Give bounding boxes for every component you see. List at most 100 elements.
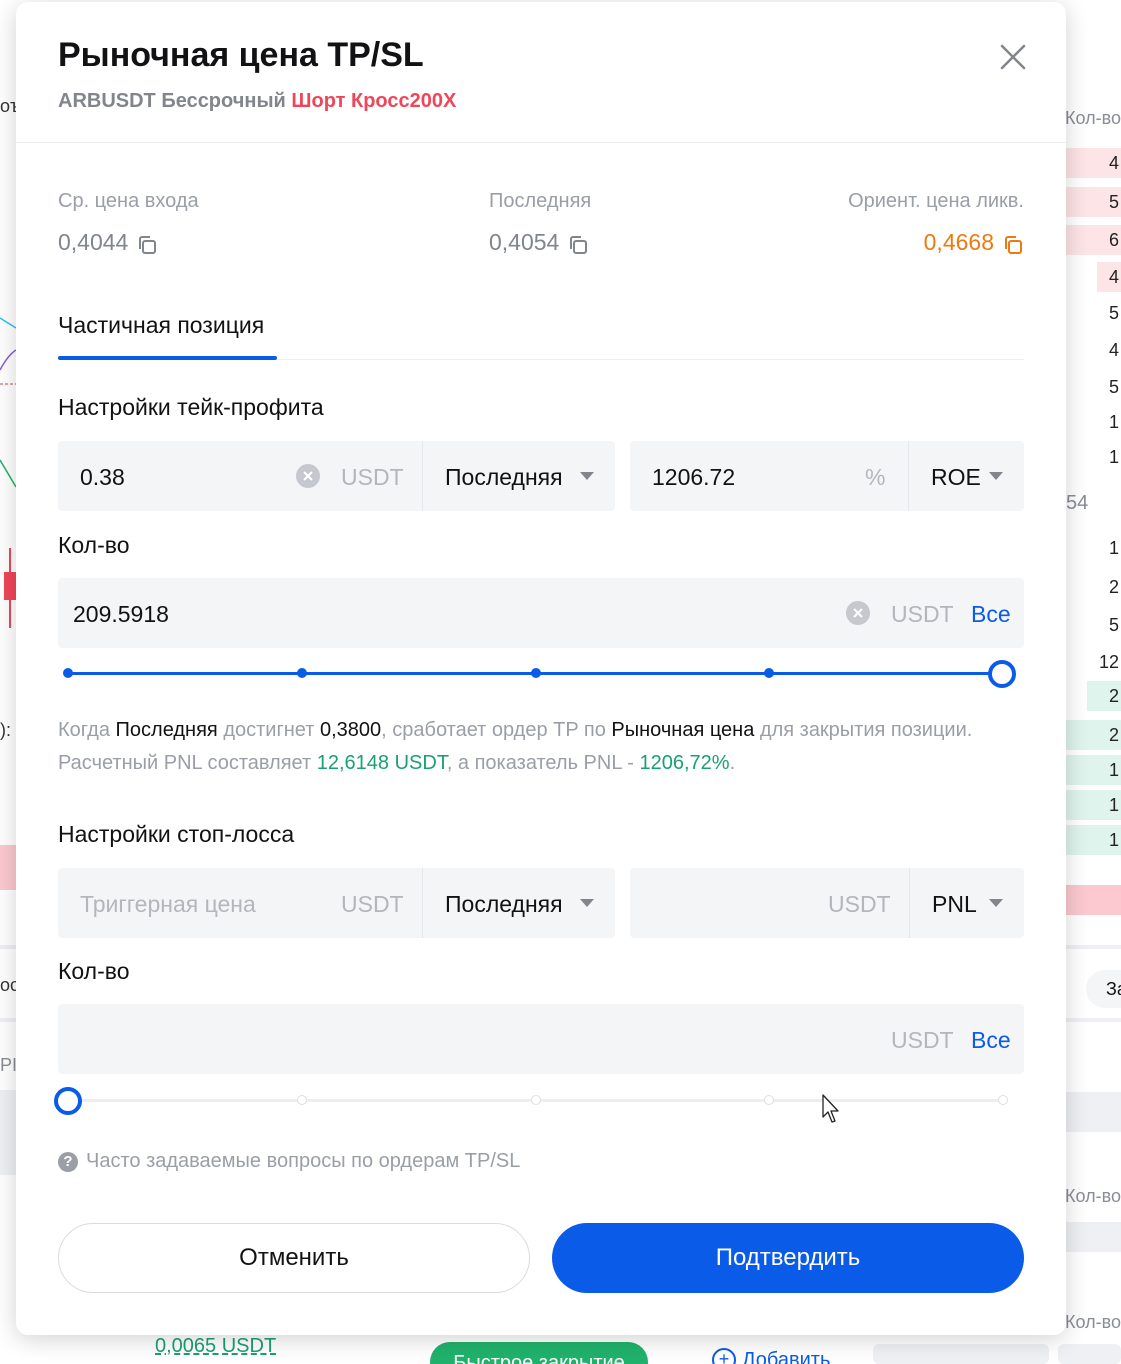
orderbook-ask-bar [1066,885,1121,915]
chevron-down-icon [580,899,594,907]
tp-qty-slider[interactable] [58,659,1024,689]
confirm-button[interactable]: Подтвердить [552,1223,1024,1293]
liq-price-value-row: 0,4668 [848,229,1024,256]
orderbook-qty-header: Кол-во [1065,108,1121,128]
tp-price-group: 0.38 USDT Последняя [58,441,615,511]
modal-title: Рыночная цена TP/SL [58,36,424,74]
chevron-down-icon [580,472,594,480]
tp-price-input[interactable]: 0.38 [80,464,125,491]
faq-label: Часто задаваемые вопросы по ордерам TP/S… [86,1150,521,1172]
faq-link[interactable]: ? Часто задаваемые вопросы по ордерам TP… [58,1150,520,1173]
add-button[interactable]: + Добавить [712,1348,830,1364]
tab-active-indicator [58,356,277,360]
left-text-fragment: PI [0,1055,18,1075]
take-profit-title: Настройки тейк-профита [58,394,324,420]
clear-icon[interactable] [846,601,870,625]
slider-step[interactable] [998,1095,1008,1105]
avg-entry-stat: Ср. цена входа 0,4044 [58,190,199,256]
copy-icon[interactable] [567,234,589,256]
add-label: Добавить [742,1348,831,1364]
note-text: достигнет [217,719,320,741]
orderbook-ask-row: 4 [1066,148,1121,178]
volume-fragment [0,845,16,890]
tp-roe-input[interactable]: 1206.72 [652,464,735,491]
position-stats: Ср. цена входа 0,4044 Последняя 0,4054 О… [58,190,1024,270]
panel-fragment [0,1090,16,1175]
note-pnl-pct: 1206,72% [639,752,730,774]
sl-qty-label: Кол-во [58,958,130,984]
last-price-value: 0,4054 [489,229,560,255]
last-price-stat: Последняя 0,4054 [489,190,591,256]
left-text-fragment: ): [0,720,11,740]
sl-trigger-type-select[interactable]: Последняя [422,868,615,938]
cancel-button[interactable]: Отменить [58,1223,530,1293]
liq-price-stat: Ориент. цена ликв. 0,4668 [848,190,1024,256]
slider-step[interactable] [764,668,774,678]
avg-entry-value: 0,4044 [58,229,129,255]
orderbook-bid-row: 2 [1066,720,1121,750]
tp-trigger-type-label: Последняя [445,464,563,490]
background-tab[interactable]: За [1086,970,1121,1008]
tp-qty-all-button[interactable]: Все [971,601,1011,628]
position-tabs: Частичная позиция [58,310,1024,360]
quick-close-button[interactable]: Быстрое закрытие [430,1342,648,1364]
copy-icon[interactable] [136,234,158,256]
tp-trigger-type-select[interactable]: Последняя [422,441,615,511]
orderbook-bid-row: 12 [1098,651,1119,672]
chart-line-fragment [0,459,16,488]
mouse-cursor-icon [822,1094,839,1123]
note-text: для закрытия позиции. [754,719,973,741]
sl-qty-all-button[interactable]: Все [971,1027,1011,1054]
slider-handle[interactable] [988,660,1016,688]
slider-step[interactable] [297,1095,307,1105]
note-text: Расчетный PNL составляет [58,752,317,774]
sl-qty-slider[interactable] [54,1086,1024,1116]
clear-icon[interactable] [296,464,320,488]
avg-entry-value-row: 0,4044 [58,229,199,256]
sl-pnl-mode-select[interactable]: PNL [909,868,1024,938]
note-text: , а показатель PNL - [446,752,640,774]
slider-step[interactable] [531,1095,541,1105]
chart-fragment: оъ ): ос PI [0,0,21,1364]
orderbook-ask-row: 5 [1108,302,1119,323]
slider-step[interactable] [531,668,541,678]
symbol-label: ARBUSDT Бессрочный [58,90,286,112]
last-price-value-row: 0,4054 [489,229,591,256]
modal-header: Рыночная цена TP/SL ARBUSDT Бессрочный Ш… [16,2,1066,143]
orderbook-ask-row: 1 [1108,446,1119,467]
orderbook-ask-row: 6 [1066,225,1121,255]
avg-entry-label: Ср. цена входа [58,190,199,212]
tpsl-modal: Рыночная цена TP/SL ARBUSDT Бессрочный Ш… [16,2,1066,1335]
sl-qty-input[interactable] [58,1004,878,1074]
sl-pnl-unit: USDT [828,891,891,917]
close-icon[interactable] [996,40,1030,74]
orderbook-bid-row: 1 [1066,790,1121,820]
tp-qty-unit: USDT [891,601,954,627]
orderbook-bid-row: 1 [1066,755,1121,785]
orderbook-ask-row: 4 [1108,339,1119,360]
sl-trigger-type-label: Последняя [445,891,563,917]
tp-roe-mode-select[interactable]: ROE [908,441,1024,511]
help-icon: ? [58,1151,78,1172]
tp-summary-note: Когда Последняя достигнет 0,3800, сработ… [58,714,1038,780]
tp-qty-label: Кол-во [58,532,130,558]
sl-price-input[interactable]: Триггерная цена [80,891,256,918]
copy-icon[interactable] [1002,234,1024,256]
slider-step[interactable] [764,1095,774,1105]
tp-qty-input[interactable]: 209.5918 [73,601,169,628]
slider-handle[interactable] [54,1087,82,1115]
sl-pnl-mode-label: PNL [932,891,977,917]
modal-subtitle: ARBUSDT Бессрочный Шорт Кросс200X [58,90,456,113]
liq-price-label: Ориент. цена ликв. [848,190,1024,212]
sl-qty-group: USDT Все [58,1004,1024,1074]
background-pnl-value: 0,0065 USDT [155,1335,277,1357]
plus-icon: + [712,1348,736,1364]
orderbook-qty-header: Кол-во [1065,1312,1121,1332]
tab-partial-position[interactable]: Частичная позиция [58,310,264,360]
orderbook-ask-row: 5 [1066,187,1121,217]
orderbook-bid-row: 5 [1108,614,1119,635]
tp-roe-mode-label: ROE [931,464,981,490]
slider-step[interactable] [63,668,73,678]
orderbook-ask-row: 5 [1108,376,1119,397]
slider-step[interactable] [297,668,307,678]
